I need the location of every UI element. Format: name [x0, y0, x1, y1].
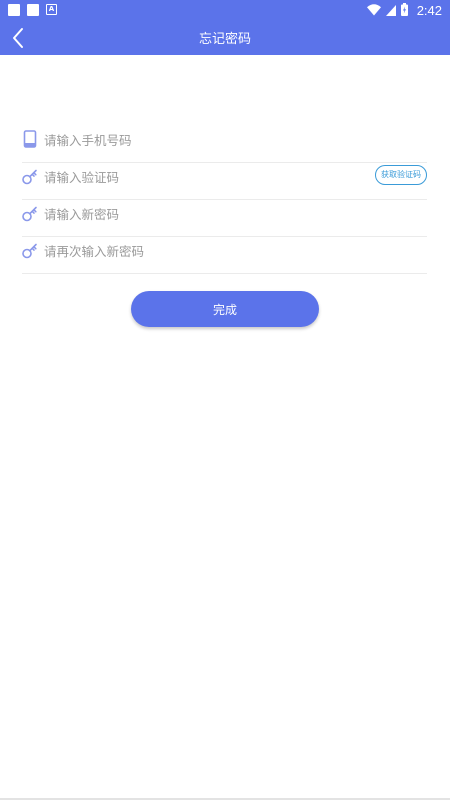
wifi-icon — [366, 1, 381, 20]
key-icon — [22, 169, 37, 185]
page-title: 忘记密码 — [198, 32, 251, 47]
phone-input[interactable] — [44, 128, 374, 152]
battery-icon — [400, 1, 408, 20]
verification-code-input[interactable] — [44, 165, 344, 189]
phone-row — [22, 126, 427, 163]
key-icon — [22, 206, 37, 222]
get-code-button[interactable]: 获取验证码 — [375, 165, 427, 185]
key-icon — [22, 243, 37, 259]
toolbar: 忘记密码 — [0, 20, 450, 55]
new-password-input[interactable] — [44, 202, 374, 226]
cellular-signal-icon — [385, 1, 396, 20]
a-icon: A — [46, 4, 57, 15]
confirm-password-input[interactable] — [44, 239, 374, 263]
submit-button[interactable]: 完成 — [131, 291, 319, 327]
new-password-row — [22, 200, 427, 237]
confirm-password-row — [22, 237, 427, 274]
reset-password-form: 获取验证码 — [22, 126, 427, 274]
code-row: 获取验证码 — [22, 163, 427, 200]
status-time: 2:42 — [416, 2, 442, 18]
notification-square-icon — [8, 4, 20, 16]
notification-square-icon — [27, 4, 39, 16]
phone-icon — [23, 130, 37, 148]
status-bar: A 2:42 — [0, 0, 450, 20]
